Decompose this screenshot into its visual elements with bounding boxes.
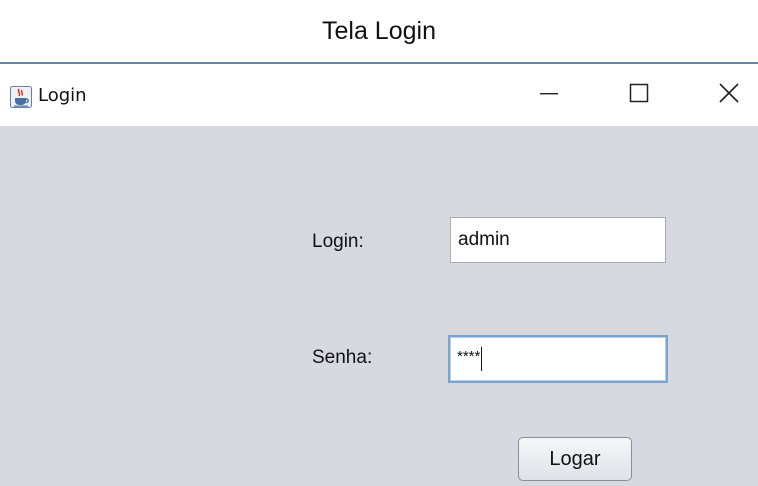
close-button[interactable] — [700, 64, 758, 126]
logar-button[interactable]: Logar — [518, 437, 632, 481]
minimize-icon — [539, 83, 559, 108]
java-coffee-cup-icon — [10, 86, 32, 108]
close-icon — [719, 82, 739, 108]
senha-password-input[interactable]: **** — [448, 335, 668, 383]
senha-label: Senha: — [312, 347, 373, 368]
page-caption: Tela Login — [0, 0, 758, 62]
login-input-value: admin — [458, 229, 510, 250]
login-label: Login: — [312, 231, 364, 252]
text-caret — [481, 347, 483, 371]
login-input[interactable]: admin — [450, 217, 666, 263]
maximize-icon — [629, 83, 649, 108]
login-window: Login Login: admin Senha: **** Logar — [0, 62, 758, 486]
window-titlebar[interactable]: Login — [0, 64, 758, 126]
minimize-button[interactable] — [520, 64, 578, 126]
maximize-button[interactable] — [610, 64, 668, 126]
window-title: Login — [38, 85, 87, 106]
form-panel: Login: admin Senha: **** Logar — [0, 126, 758, 486]
senha-input-value: **** — [457, 347, 481, 365]
